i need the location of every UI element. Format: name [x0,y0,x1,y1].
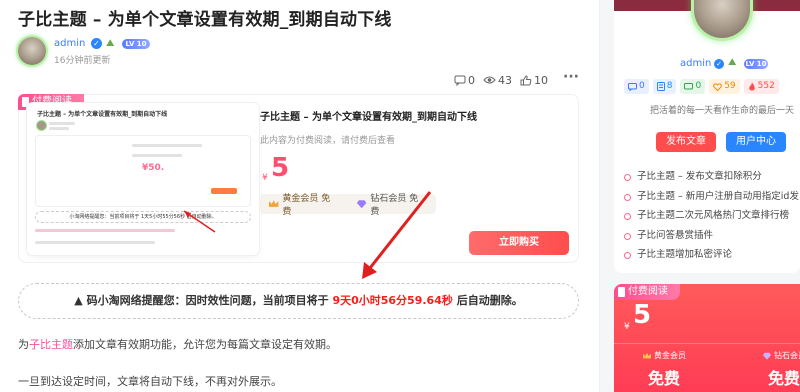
preview-avatar [37,121,46,130]
buy-now-button[interactable]: 立即购买 [469,231,569,255]
notice-prefix: ▲ 码小淘网络提醒您：因时效性问题，当前项目将于 [74,294,329,307]
vip-gold-label: 黄金会员 免费 [282,194,331,217]
sidebar-author-name[interactable]: admin [680,58,711,69]
preview-line [49,122,75,125]
views-stat: 43 [483,74,512,87]
stat-value: 8 [666,81,673,91]
sidebar-pay-tag: 付费阅读 [614,284,680,300]
diamond-icon [763,352,771,360]
likes-stat[interactable]: 10 [520,74,548,87]
recent-posts-list: 子比主题 – 发布文章扣除积分 子比主题 – 新用户注册自动用指定id发 子比主… [622,167,800,265]
gold-label: 黄金会员 [654,351,686,360]
crown-icon [268,200,279,207]
stat-hot-badge[interactable]: 552 [743,79,779,94]
level-icon: ⛰ [106,38,115,49]
comment-icon [628,82,637,91]
stat-comments-badge[interactable]: 0 [624,79,649,94]
preview-line [132,144,202,147]
sidebar-vip-gold: 黄金会员 免费 [614,350,714,389]
verified-icon: ✓ [91,38,102,49]
theme-link[interactable]: 子比主题 [29,338,73,351]
thumbs-up-icon [520,74,532,85]
diamond-icon [356,200,367,209]
pay-box: 付费阅读 子比主题 – 为单个文章设置有效期_到期自动下线 ¥50. 小淘网络提… [18,94,579,263]
sidebar-price-value: 5 [633,300,652,330]
gold-value: 免费 [647,369,680,388]
eye-icon [483,76,496,84]
author-motto: 把活着的每一天看作生命的最后一天 [650,106,795,116]
vip-diamond: 钻石会员 免费 [356,191,424,217]
stat-value: 59 [724,81,736,91]
update-time: 16分钟前更新 [54,56,111,66]
publish-article-button[interactable]: 发布文章 [656,132,716,152]
comments-count: 0 [468,73,475,87]
preview-line [35,241,155,244]
vip-diamond-label: 钻石会员 免费 [370,194,419,217]
price-value: 5 [271,153,290,183]
author-name[interactable]: admin [54,38,85,49]
crown-icon [643,352,651,358]
article-stats: 0 43 10 [454,71,556,89]
main-content: 子比主题 – 为单个文章设置有效期_到期自动下线 admin ✓ ⛰ LV 10… [0,0,600,392]
stat-value: 552 [757,81,775,91]
fire-icon [748,82,755,91]
author-card: admin ✓ ⛰ LV 10 0 8 0 59 552 把活着的每一天看作生命… [614,0,800,273]
user-center-button[interactable]: 用户中心 [726,132,786,152]
content-paragraph-2: 一旦到达设定时间，文章将自动下线，不再对外展示。 [18,375,282,388]
level-badge: LV 10 [122,39,150,49]
product-description: 此内容为付费阅读，请付费后查看 [260,136,396,146]
stat-likes-badge[interactable]: 59 [709,79,740,94]
stat-messages-badge[interactable]: 0 [680,79,706,94]
diamond-value: 免费 [767,369,800,388]
diamond-label: 钻石会员 [774,351,800,360]
comments-stat[interactable]: 0 [454,74,475,87]
preview-title: 子比主题 – 为单个文章设置有效期_到期自动下线 [37,111,168,118]
countdown-timer: 9天0小时56分59.64秒 [332,294,453,307]
chat-icon [684,82,694,89]
stat-value: 0 [695,81,702,91]
preview-notice: 小淘网络提醒您：当前项目将于 1天5小时55分56秒 后自动删除。 [35,211,251,223]
price-symbol: ¥ [262,173,268,183]
list-item[interactable]: 子比主题增加私密评论 [622,245,800,265]
divider [614,343,800,344]
sidebar-price-symbol: ¥ [624,322,630,332]
preview-image: 子比主题 – 为单个文章设置有效期_到期自动下线 ¥50. 小淘网络提醒您：当前… [27,103,259,255]
list-item[interactable]: 子比主题 – 发布文章扣除积分 [622,167,800,187]
preview-paybox: ¥50. [35,135,251,207]
vip-row: 黄金会员 免费 钻石会员 免费 [260,191,436,217]
comment-icon [454,75,466,86]
preview-buy-button [211,188,237,194]
preview-line [132,154,182,157]
stat-value: 0 [639,81,645,91]
preview-line [49,127,69,130]
avatar[interactable] [18,37,46,65]
preview-price: ¥50. [142,163,165,173]
list-item[interactable]: 子比主题 – 新用户注册自动用指定id发 [622,187,800,207]
heart-icon [713,82,723,91]
more-options-icon[interactable]: ··· [561,70,581,89]
paragraph-text: 添加文章有效期功能，允许您为每篇文章设定有效期。 [73,338,337,351]
notice-suffix: 后自动删除。 [456,294,523,307]
sidebar-level-badge: LV 10 [744,59,768,69]
likes-count: 10 [534,73,548,87]
sidebar-level-icon: ⛰ [728,57,737,68]
stat-posts-badge[interactable]: 8 [652,79,677,94]
arrow-main-head [362,262,377,279]
sidebar-verified-icon: ✓ [714,59,724,69]
sidebar-vip-diamond: 钻石会员 免费 [734,350,800,389]
sidebar-avatar[interactable] [694,0,750,38]
expiry-notice: ▲ 码小淘网络提醒您：因时效性问题，当前项目将于 9天0小时56分59.64秒 … [18,283,579,319]
preview-line [35,229,175,232]
views-count: 43 [498,73,512,87]
document-icon [656,82,665,91]
vip-gold: 黄金会员 免费 [268,191,336,217]
sidebar-stats: 0 8 0 59 552 [624,79,783,94]
page-title: 子比主题 – 为单个文章设置有效期_到期自动下线 [18,10,392,30]
product-title: 子比主题 – 为单个文章设置有效期_到期自动下线 [260,112,477,123]
sidebar-pay-card: 付费阅读 ¥ 5 黄金会员 免费 钻石会员 免费 [614,284,800,392]
list-item[interactable]: 子比主题二次元风格热门文章排行榜 [622,206,800,226]
list-item[interactable]: 子比问答悬赏插件 [622,226,800,246]
content-paragraph: 为子比主题添加文章有效期功能，允许您为每篇文章设定有效期。 [18,338,337,351]
